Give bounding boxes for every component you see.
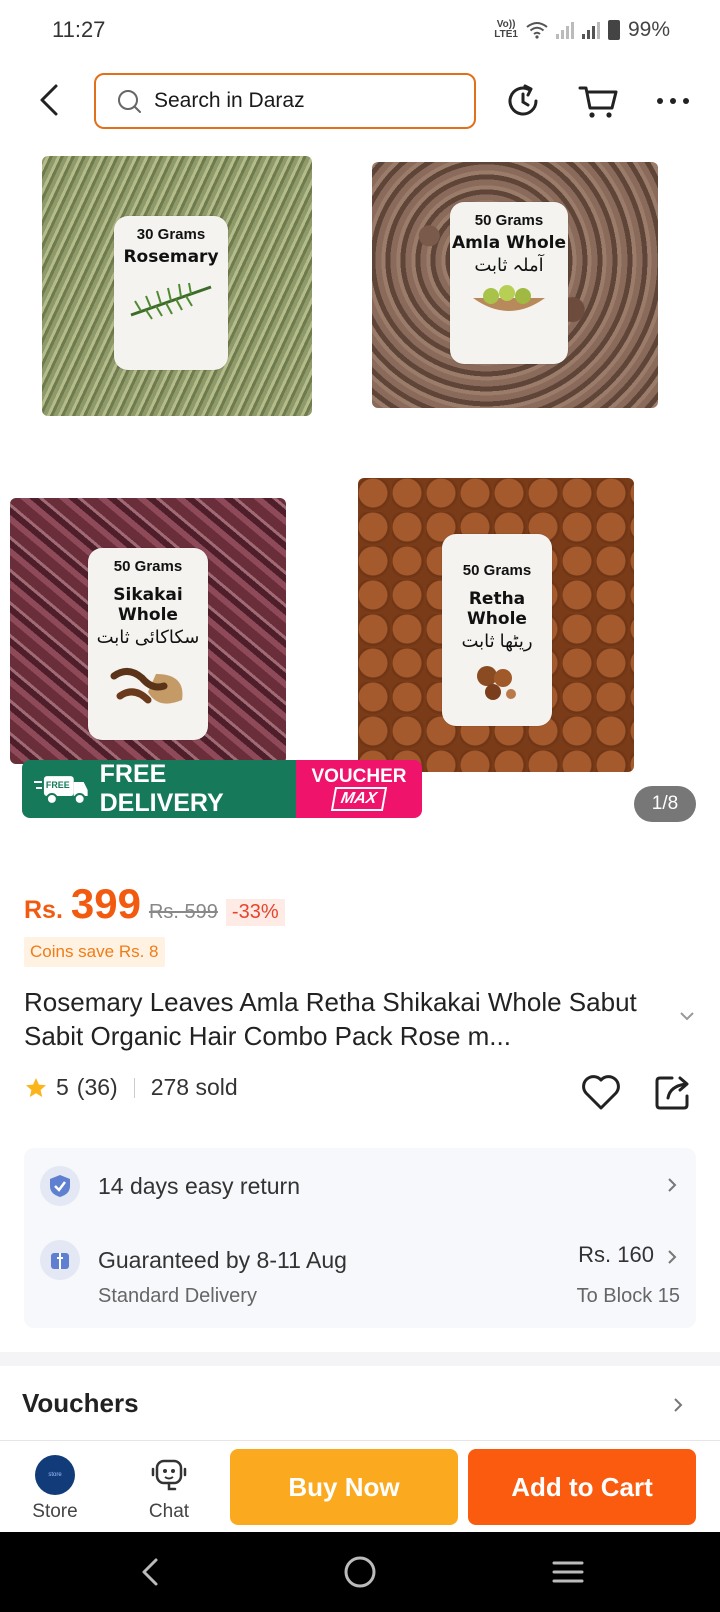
search-icon [118,90,141,113]
nav-recents-icon[interactable] [548,1552,588,1592]
free-badge-text: FREE [46,780,70,790]
signal-2-icon [581,21,600,39]
free-delivery-badge: FREE FREE DELIVERY [22,760,296,818]
cart-icon[interactable] [578,80,620,122]
star-icon [26,1077,46,1097]
rating-row[interactable]: 5 (36) 278 sold [24,1074,238,1101]
label-name: Rosemary [123,247,219,267]
return-policy-text: 14 days easy return [98,1172,301,1199]
top-header: Search in Daraz [0,68,720,132]
product-title: Rosemary Leaves Amla Retha Shikakai Whol… [24,987,637,1051]
more-icon[interactable] [652,80,694,122]
section-divider [0,1352,720,1366]
label-urdu: آملہ ثابت [474,255,544,275]
search-input[interactable]: Search in Daraz [94,73,476,129]
status-bar: 11:27 Vo)) LTE1 99% [0,0,720,60]
label-grams: 50 Grams [462,562,532,579]
volte-icon: Vo)) LTE1 [494,19,518,40]
product-image-gallery[interactable]: 30 Grams Rosemary 50 Grams Amla Whole آم… [0,150,720,850]
label-urdu: سکاکائی ثابت [96,627,200,647]
status-icons: Vo)) LTE1 99% [494,18,670,42]
nav-back-icon[interactable] [132,1552,172,1592]
delivery-guarantee-text: Guaranteed by 8-11 Aug [98,1246,347,1273]
wifi-icon [526,22,548,39]
chevron-right-icon[interactable] [672,1396,684,1414]
service-info-card: 14 days easy return Guaranteed by 8-11 A… [24,1148,696,1328]
add-to-cart-button[interactable]: Add to Cart [468,1449,696,1525]
divider [133,1077,135,1098]
delivery-type: Standard Delivery [98,1285,257,1307]
delivery-row[interactable]: Guaranteed by 8-11 Aug [40,1240,347,1280]
bottom-action-bar: store Store Chat Buy Now Add to Cart [0,1440,720,1532]
delivery-price: Rs. 160 [578,1242,654,1267]
chat-bot-icon [151,1459,187,1491]
product-label-card: 30 Grams Rosemary [114,216,228,370]
label-name: Amla Whole [452,233,566,253]
store-tab[interactable]: store Store [10,1449,100,1523]
retha-nuts-icon [477,666,516,700]
review-count: (36) [76,1074,118,1100]
vouchers-heading[interactable]: Vouchers [22,1388,139,1419]
label-urdu: ریٹھا ثابت [461,631,533,651]
product-label-card: 50 Grams Sikakai Whole سکاکائی ثابت [88,548,208,740]
price-current: 399 [70,880,141,927]
share-icon[interactable] [654,1072,692,1112]
store-label: Store [32,1501,78,1522]
heart-icon[interactable] [580,1072,622,1112]
delivery-destination: To Block 15 [576,1285,680,1307]
product-label-card: 50 Grams Retha Whole ریٹھا ثابت [442,534,552,726]
label-grams: 50 Grams [113,558,183,575]
buy-now-button[interactable]: Buy Now [230,1449,458,1525]
product-label-card: 50 Grams Amla Whole آملہ ثابت [450,202,568,364]
status-time: 11:27 [52,17,106,42]
chevron-right-icon[interactable] [666,1176,678,1194]
price-original: Rs. 599 [148,901,218,923]
amla-basket-icon [473,285,545,311]
sold-count: 278 sold [150,1074,238,1100]
back-arrow-icon[interactable] [30,80,70,120]
signal-1-icon [555,21,574,39]
label-name: Sikakai Whole [113,585,183,625]
nav-home-icon[interactable] [340,1552,380,1592]
discount-badge: -33% [225,899,285,926]
label-grams: 30 Grams [136,226,206,243]
battery-level: 99% [627,18,670,41]
return-policy-row[interactable]: 14 days easy return [40,1166,300,1206]
delivery-truck-icon: FREE [34,776,88,805]
chat-label: Chat [148,1501,190,1522]
price-currency: Rs. [24,896,63,924]
delivery-box-icon [40,1240,80,1280]
max-text: MAX [331,787,387,811]
sikakai-pods-icon [110,668,183,704]
reload-icon[interactable] [502,80,544,122]
voucher-max-badge: VOUCHER MAX [296,760,422,818]
rosemary-sprig-icon [130,282,212,320]
system-nav-bar [0,1532,720,1612]
chevron-right-icon[interactable] [666,1248,678,1266]
free-delivery-text: FREE DELIVERY [99,760,224,817]
coins-save-badge: Coins save Rs. 8 [24,937,165,967]
rating-value: 5 [56,1074,69,1100]
label-name: Retha Whole [467,589,527,629]
image-page-indicator: 1/8 [634,786,696,822]
voucher-text: VOUCHER [311,766,407,787]
label-grams: 50 Grams [474,212,544,229]
chat-tab[interactable]: Chat [124,1449,214,1523]
price-row: Rs. 399 Rs. 599 -33% [24,880,285,928]
shield-check-icon [40,1166,80,1206]
search-placeholder: Search in Daraz [154,89,305,112]
battery-icon [607,20,620,40]
chevron-down-icon[interactable] [678,1010,696,1022]
promo-banner[interactable]: FREE FREE DELIVERY VOUCHER MAX [22,760,422,818]
store-avatar: store [35,1455,75,1495]
